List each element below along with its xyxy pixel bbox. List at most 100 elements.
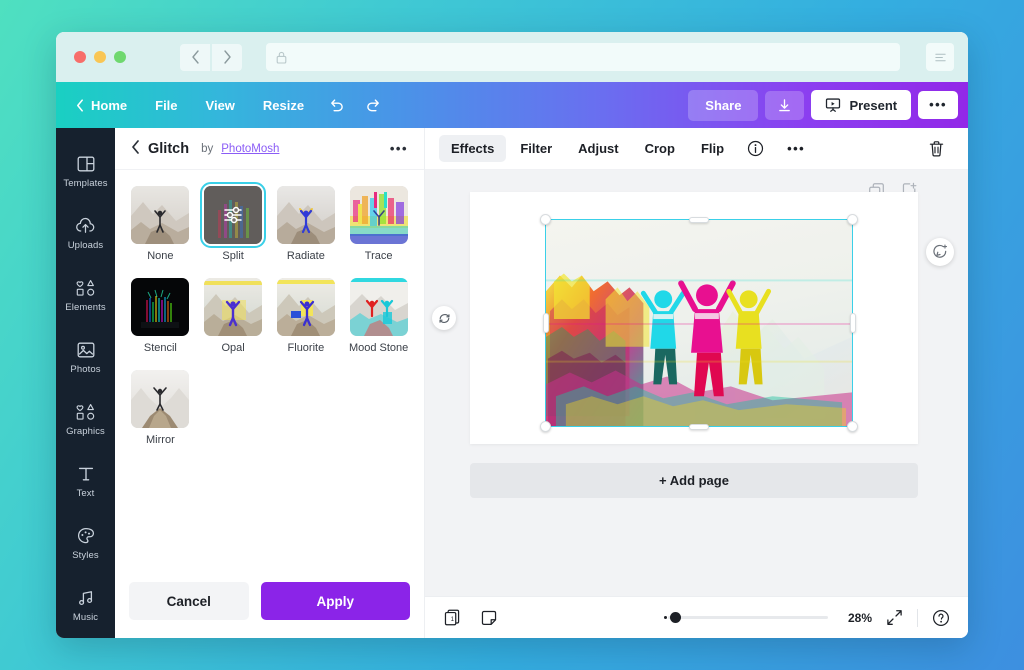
music-note-icon: [78, 590, 92, 605]
sidebar-item-music[interactable]: Music: [56, 574, 115, 636]
share-button[interactable]: Share: [688, 89, 759, 121]
resize-handle-bottom[interactable]: [689, 423, 709, 430]
sidebar-item-photos[interactable]: Photos: [56, 326, 115, 388]
redo-button[interactable]: [355, 92, 392, 119]
effect-label: Split: [222, 250, 244, 262]
panel-author-link[interactable]: PhotoMosh: [221, 143, 279, 155]
add-comment-button[interactable]: [926, 238, 954, 266]
sidebar-item-uploads[interactable]: Uploads: [56, 202, 115, 264]
effect-label: Opal: [221, 342, 245, 354]
sidebar-item-label: Music: [72, 611, 99, 623]
tab-flip[interactable]: Flip: [689, 135, 736, 162]
effect-option-trace[interactable]: Trace: [347, 186, 410, 262]
help-button[interactable]: [928, 605, 954, 631]
resize-handle-top-right[interactable]: [847, 214, 858, 225]
zoom-level-value[interactable]: 28%: [838, 611, 872, 625]
editor-more-button[interactable]: •••: [775, 135, 817, 162]
help-circle-icon: [932, 609, 950, 626]
zoom-slider-knob[interactable]: [670, 612, 681, 623]
zoom-slider-track[interactable]: [664, 612, 828, 623]
chevron-left-icon: [77, 98, 83, 112]
resize-handle-right[interactable]: [849, 313, 856, 333]
menu-file[interactable]: File: [141, 92, 191, 119]
resize-handle-top-left[interactable]: [540, 214, 551, 225]
redo-icon: [367, 98, 380, 111]
sidebar-item-label: Text: [76, 487, 95, 499]
sidebar-item-text[interactable]: Text: [56, 450, 115, 512]
effect-preview-none: [131, 186, 190, 244]
effect-option-radiate[interactable]: Radiate: [275, 186, 338, 262]
rotate-handle[interactable]: [432, 306, 456, 330]
minimize-window-button[interactable]: [94, 51, 106, 63]
design-page[interactable]: [432, 192, 918, 444]
sidebar-item-elements[interactable]: Elements: [56, 264, 115, 326]
pages-icon: 1: [444, 609, 460, 626]
app-toolbar: Home File View Resize Share Present •••: [56, 82, 968, 128]
effect-option-none[interactable]: None: [129, 186, 192, 262]
effects-grid: None Split Radiate Trace Stencil Opal Fl…: [115, 170, 424, 582]
browser-chrome: [56, 32, 968, 82]
comment-add-icon: [933, 244, 948, 258]
resize-handle-left[interactable]: [542, 313, 549, 333]
cancel-button[interactable]: Cancel: [129, 582, 249, 620]
sidebar-item-templates[interactable]: Templates: [56, 140, 115, 202]
resize-handle-bottom-left[interactable]: [540, 421, 551, 432]
effect-option-stencil[interactable]: Stencil: [129, 278, 192, 354]
shapes-icon: [76, 403, 94, 420]
selected-image-frame[interactable]: [540, 214, 858, 432]
sidebar-item-styles[interactable]: Styles: [56, 512, 115, 574]
forward-button[interactable]: [212, 43, 242, 71]
rotate-icon: [438, 313, 450, 323]
back-button[interactable]: [180, 43, 210, 71]
toolbar-more-button[interactable]: •••: [918, 91, 958, 119]
resize-handle-bottom-right[interactable]: [847, 421, 858, 432]
undo-button[interactable]: [318, 92, 355, 119]
effect-thumbnail: [131, 186, 190, 244]
window-traffic-lights: [70, 51, 126, 63]
zoom-slider[interactable]: [664, 612, 828, 623]
effect-option-mood-stone[interactable]: Mood Stone: [347, 278, 410, 354]
effect-option-mirror[interactable]: Mirror: [129, 370, 192, 446]
delete-button[interactable]: [919, 134, 954, 164]
tab-adjust[interactable]: Adjust: [566, 135, 630, 162]
effect-option-fluorite[interactable]: Fluorite: [275, 278, 338, 354]
home-label: Home: [91, 97, 128, 113]
maximize-window-button[interactable]: [114, 51, 126, 63]
sidebar-item-label: Styles: [72, 549, 99, 561]
effect-label: Mirror: [146, 434, 175, 446]
menu-view[interactable]: View: [192, 92, 249, 119]
trash-icon: [929, 140, 944, 157]
sidebar-item-graphics[interactable]: Graphics: [56, 388, 115, 450]
presentation-icon: [826, 98, 841, 112]
download-button[interactable]: [765, 90, 805, 120]
address-bar[interactable]: [266, 43, 900, 71]
fullscreen-button[interactable]: [882, 605, 907, 630]
chevron-right-icon: [223, 50, 231, 64]
effect-option-split[interactable]: Split: [200, 182, 267, 262]
zoom-slider-min-dot: [664, 616, 667, 619]
effect-label: Radiate: [286, 250, 325, 262]
app-body: Templates Uploads Elements Photos Graphi…: [56, 128, 968, 638]
page-manager-button[interactable]: 1: [439, 604, 466, 631]
effect-label: Fluorite: [287, 342, 325, 354]
add-page-button[interactable]: + Add page: [470, 463, 918, 498]
effect-label: Mood Stone: [348, 342, 409, 354]
status-divider: [917, 608, 918, 627]
panel-back-button[interactable]: [131, 139, 140, 158]
info-button[interactable]: [738, 134, 773, 163]
effect-option-opal[interactable]: Opal: [202, 278, 265, 354]
notes-button[interactable]: [476, 605, 502, 631]
present-button[interactable]: Present: [811, 90, 912, 120]
reader-settings-button[interactable]: [926, 43, 954, 71]
tab-filter[interactable]: Filter: [508, 135, 564, 162]
menu-resize[interactable]: Resize: [249, 92, 318, 119]
home-button[interactable]: Home: [70, 92, 141, 119]
close-window-button[interactable]: [74, 51, 86, 63]
apply-button[interactable]: Apply: [260, 582, 410, 620]
tab-crop[interactable]: Crop: [633, 135, 687, 162]
effect-label: None: [147, 250, 174, 262]
tab-effects[interactable]: Effects: [439, 135, 507, 162]
resize-handle-top[interactable]: [689, 216, 709, 223]
panel-more-button[interactable]: •••: [390, 141, 408, 156]
effect-preview-opal: [204, 278, 263, 336]
